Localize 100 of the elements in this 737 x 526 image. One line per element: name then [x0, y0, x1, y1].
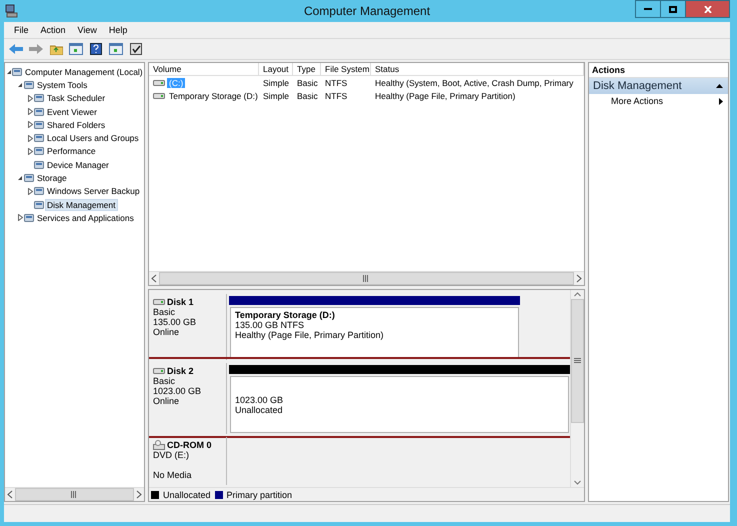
menu-item[interactable]: Help — [102, 25, 134, 35]
disk-name: CD-ROM 0 — [167, 440, 212, 450]
column-header[interactable]: Type — [293, 63, 321, 76]
partition-info: Healthy (Page File, Primary Partition) — [235, 330, 385, 340]
column-header[interactable]: Layout — [259, 63, 293, 76]
console-node-icon — [12, 66, 22, 77]
disk-name: Disk 1 — [167, 297, 194, 307]
console-tree-button[interactable] — [68, 42, 84, 56]
scroll-grip-icon — [71, 491, 78, 498]
expand-arrow-icon[interactable] — [28, 94, 32, 102]
table-cell-text: NTFS — [324, 90, 348, 100]
close-button[interactable] — [685, 0, 730, 18]
disk-info: 1023.00 GB — [153, 386, 202, 396]
tree-item[interactable]: Task Scheduler — [45, 92, 108, 104]
computer-management-icon — [4, 4, 18, 18]
console-node-icon — [34, 186, 44, 196]
collapse-arrow-icon[interactable] — [17, 82, 23, 88]
legend-label: Unallocated — [163, 490, 211, 500]
drive-icon — [153, 78, 165, 86]
expand-arrow-icon[interactable] — [28, 134, 32, 142]
action-item[interactable]: More Actions — [589, 94, 728, 108]
partition-info: 135.00 GB NTFS — [235, 320, 306, 330]
scroll-left-icon[interactable] — [6, 490, 14, 499]
expand-arrow-icon[interactable] — [18, 214, 22, 222]
disk-info: 135.00 GB — [153, 317, 198, 327]
help-icon — [90, 43, 102, 55]
close-icon — [704, 6, 712, 12]
menu-item[interactable]: View — [72, 25, 103, 35]
tree-item[interactable]: Windows Server Backup — [45, 185, 142, 198]
forward-arrow-icon — [29, 44, 43, 54]
console-node-icon — [34, 106, 44, 117]
tree-item[interactable]: Local Users and Groups — [45, 132, 141, 144]
table-cell-text: Basic — [296, 90, 319, 100]
column-header[interactable]: Volume — [149, 63, 259, 76]
actions-section[interactable]: Disk Management — [589, 78, 728, 94]
properties-button[interactable] — [128, 42, 144, 56]
tree-item[interactable]: Computer Management (Local) — [23, 66, 145, 78]
console-node-icon — [34, 160, 44, 170]
tree-item[interactable]: System Tools — [35, 78, 90, 91]
scroll-grip-icon — [574, 358, 581, 364]
minimize-button[interactable] — [635, 0, 661, 18]
expand-arrow-icon[interactable] — [28, 148, 32, 155]
action-pane-button[interactable] — [108, 42, 124, 56]
submenu-arrow-icon — [719, 98, 723, 104]
legend-label: Primary partition — [226, 490, 292, 500]
tree-item[interactable]: Disk Management — [45, 198, 118, 211]
table-cell-text: Simple — [262, 78, 290, 88]
partition-title: Temporary Storage (D:) — [235, 310, 336, 320]
scroll-right-icon[interactable] — [135, 490, 143, 499]
folder-icon — [50, 44, 62, 54]
table-cell-text: Simple — [262, 90, 290, 100]
column-header[interactable]: Status — [371, 63, 584, 76]
disk-info: Basic — [153, 376, 176, 386]
drive-icon — [153, 367, 165, 375]
table-cell-text: NTFS — [324, 78, 348, 88]
maximize-button[interactable] — [660, 0, 686, 18]
scroll-left-icon[interactable] — [150, 274, 158, 283]
disk-info: Online — [153, 396, 180, 406]
disk-name: Disk 2 — [167, 366, 194, 376]
scroll-up-icon[interactable] — [574, 292, 581, 297]
console-node-icon — [24, 80, 34, 90]
tree-item[interactable]: Performance — [45, 145, 98, 158]
collapse-arrow-icon[interactable] — [17, 175, 23, 182]
table-cell[interactable]: Temporary Storage (D:) — [167, 90, 260, 100]
partition-block[interactable]: 1023.00 GB Unallocated — [230, 376, 569, 433]
scroll-thumb[interactable] — [159, 272, 574, 285]
partition-info: Unallocated — [235, 404, 284, 414]
table-cell-text: Basic — [296, 78, 319, 88]
collapse-arrow-icon[interactable] — [6, 68, 12, 75]
tree-item[interactable]: Storage — [35, 172, 69, 184]
tree-item[interactable]: Shared Folders — [45, 118, 108, 131]
drive-icon — [153, 92, 165, 100]
scroll-grip-icon — [363, 275, 370, 282]
expand-arrow-icon[interactable] — [28, 121, 32, 128]
menu-item[interactable]: File — [8, 25, 35, 35]
scroll-thumb[interactable] — [15, 488, 134, 501]
console-node-icon — [34, 93, 44, 104]
drive-icon — [153, 298, 165, 306]
pane-icon — [109, 43, 123, 55]
cd-drive-icon — [153, 440, 165, 450]
tree-item[interactable]: Services and Applications — [35, 212, 136, 224]
console-node-icon — [24, 212, 34, 223]
disk-info: DVD (E:) — [153, 450, 190, 460]
back-button[interactable] — [8, 42, 24, 56]
pane-icon — [69, 43, 83, 55]
scroll-right-icon[interactable] — [575, 274, 583, 283]
scroll-thumb[interactable] — [571, 299, 584, 423]
expand-arrow-icon[interactable] — [28, 108, 32, 116]
partition-block[interactable]: Temporary Storage (D:) 135.00 GB NTFS Healthy (Page File, Primary Partition) — [230, 307, 519, 359]
tree-item[interactable]: Event Viewer — [45, 106, 99, 118]
collapse-icon — [716, 84, 723, 88]
column-header[interactable]: File System — [321, 63, 371, 76]
table-cell-text: Healthy (Page File, Primary Partition) — [374, 90, 516, 100]
scroll-down-icon[interactable] — [574, 480, 581, 485]
expand-arrow-icon[interactable] — [28, 188, 32, 195]
menu-item[interactable]: Action — [34, 25, 72, 35]
help-button[interactable] — [88, 42, 104, 56]
tree-item[interactable]: Device Manager — [45, 158, 111, 171]
console-node-icon — [24, 173, 34, 184]
table-cell-text: Healthy (System, Boot, Active, Crash Dump, Primary — [374, 78, 574, 88]
